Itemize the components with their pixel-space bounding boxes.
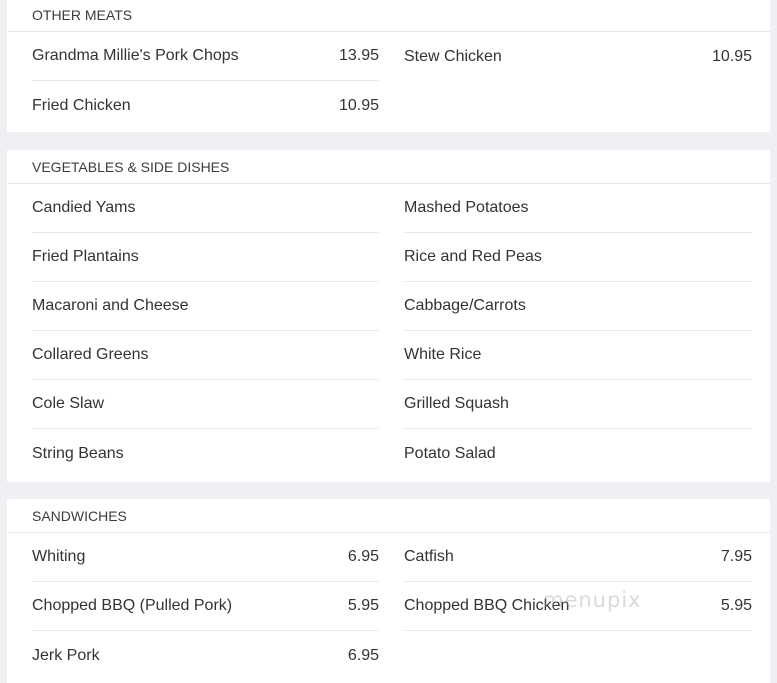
menu-item-name: White Rice [404, 346, 482, 363]
menu-item[interactable]: Macaroni and Cheese [32, 282, 379, 331]
menu-item-name: Stew Chicken [404, 47, 502, 65]
menu-item-price: 5.95 [720, 597, 752, 614]
menu-item-name: Grilled Squash [404, 395, 509, 412]
menu-item-name: Grandma Millie's Pork Chops [32, 47, 239, 64]
menu-item-name: Potato Salad [404, 444, 496, 462]
menu-item[interactable]: Stew Chicken 10.95 [404, 32, 752, 81]
menu-item[interactable]: Fried Plantains [32, 233, 379, 282]
menupix-watermark: menupix [543, 588, 642, 612]
menu-item-name: Candied Yams [32, 199, 136, 216]
menu-item-price: 10.95 [338, 96, 379, 114]
menu-item-price: 7.95 [720, 548, 752, 565]
menu-item-name: Jerk Pork [32, 646, 100, 664]
menu-item[interactable]: White Rice [404, 331, 752, 380]
menu-item-price: 5.95 [347, 597, 379, 614]
menu-item-name: Rice and Red Peas [404, 248, 542, 265]
menu-item[interactable]: Collared Greens [32, 331, 379, 380]
menu-item-name: Collared Greens [32, 346, 149, 363]
menu-item[interactable]: Catfish 7.95 [404, 533, 752, 582]
menu-item-price: 13.95 [338, 47, 379, 64]
menu-item[interactable]: Jerk Pork 6.95 [32, 631, 379, 680]
menu-item-name: Cole Slaw [32, 395, 105, 412]
menu-item-price: 10.95 [711, 47, 752, 65]
menu-item-name: String Beans [32, 444, 124, 462]
menu-item-name: Fried Chicken [32, 96, 131, 114]
menu-item-price: 6.95 [347, 646, 379, 664]
menu-item[interactable]: Potato Salad [404, 429, 752, 478]
menu-item[interactable]: String Beans [32, 429, 379, 478]
section-sandwiches: SANDWICHES Whiting 6.95 Catfish 7.95 Cho… [7, 499, 770, 683]
section-vegetables-side-dishes: VEGETABLES & SIDE DISHES Candied Yams Ma… [7, 150, 770, 482]
menu-item-name: Catfish [404, 548, 454, 565]
menu-item[interactable]: Cabbage/Carrots [404, 282, 752, 331]
menu-item-name: Chopped BBQ (Pulled Pork) [32, 597, 233, 614]
menu-item-name: Whiting [32, 548, 86, 565]
menu-item-name: Macaroni and Cheese [32, 297, 189, 314]
menu-item[interactable]: Chopped BBQ (Pulled Pork) 5.95 [32, 582, 379, 631]
menu-item[interactable]: Fried Chicken 10.95 [32, 81, 379, 130]
menu-item[interactable]: Candied Yams [32, 184, 379, 233]
menu-item[interactable]: Rice and Red Peas [404, 233, 752, 282]
menu-item[interactable]: Whiting 6.95 [32, 533, 379, 582]
menu-item[interactable]: Grandma Millie's Pork Chops 13.95 [32, 32, 379, 81]
section-title: OTHER MEATS [7, 0, 770, 32]
menu-item-price: 6.95 [347, 548, 379, 565]
section-title: VEGETABLES & SIDE DISHES [7, 150, 770, 184]
menu-item-name: Fried Plantains [32, 248, 139, 265]
menu-item[interactable]: Grilled Squash [404, 380, 752, 429]
section-other-meats: OTHER MEATS Grandma Millie's Pork Chops … [7, 0, 770, 132]
menu-item[interactable]: Cole Slaw [32, 380, 379, 429]
section-title: SANDWICHES [7, 499, 770, 533]
menu-item[interactable]: Mashed Potatoes [404, 184, 752, 233]
menu-item-name: Cabbage/Carrots [404, 297, 526, 314]
menu-item-name: Mashed Potatoes [404, 199, 529, 216]
